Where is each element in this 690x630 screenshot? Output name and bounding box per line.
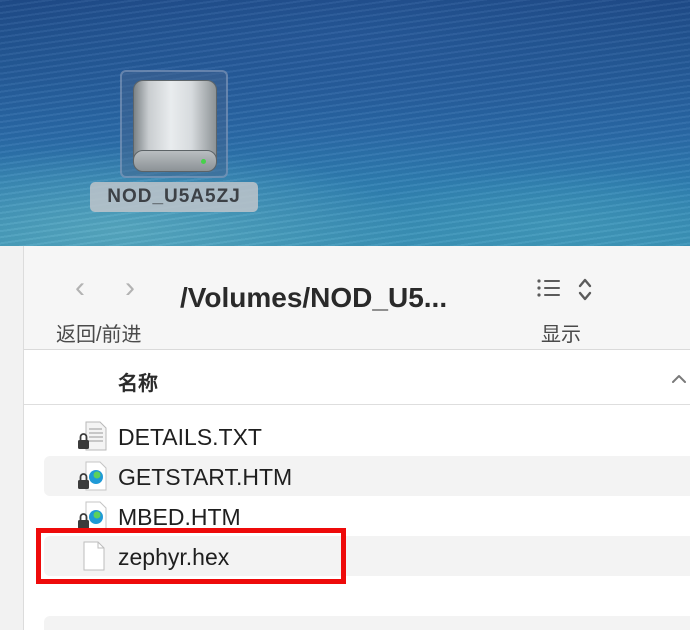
path-title: /Volumes/NOD_U5... [180, 282, 448, 313]
file-row-getstart[interactable]: GETSTART.HTM [44, 456, 690, 496]
locked-edge-html-icon [78, 461, 107, 491]
file-name: DETAILS.TXT [118, 424, 262, 450]
drive-led [201, 159, 206, 164]
drive-label[interactable]: NOD_U5A5ZJ [90, 182, 258, 212]
file-list: DETAILS.TXT GETSTART.HTM MBED.HTM zephyr… [44, 416, 690, 630]
external-drive-icon[interactable] [120, 70, 228, 178]
view-label: 显示 [541, 324, 581, 346]
chevron-up-icon[interactable] [668, 368, 690, 390]
drive-base [133, 150, 217, 172]
file-row-details[interactable]: DETAILS.TXT [44, 416, 690, 456]
nav-label: 返回/前进 [56, 324, 142, 346]
file-name: MBED.HTM [118, 504, 241, 530]
column-header: 名称 [24, 351, 690, 405]
toolbar: ‹ › 返回/前进 /Volumes/NOD_U5... 显示 [24, 246, 690, 350]
list-view-icon[interactable] [536, 276, 596, 304]
empty-row [44, 616, 690, 630]
file-name: GETSTART.HTM [118, 464, 293, 490]
red-highlight-box [36, 528, 346, 584]
locked-text-document-icon [78, 421, 107, 451]
back-button[interactable]: ‹ [66, 273, 94, 303]
forward-button[interactable]: › [116, 273, 144, 303]
name-column-header[interactable]: 名称 [118, 367, 158, 396]
finder-sidebar [0, 246, 24, 630]
